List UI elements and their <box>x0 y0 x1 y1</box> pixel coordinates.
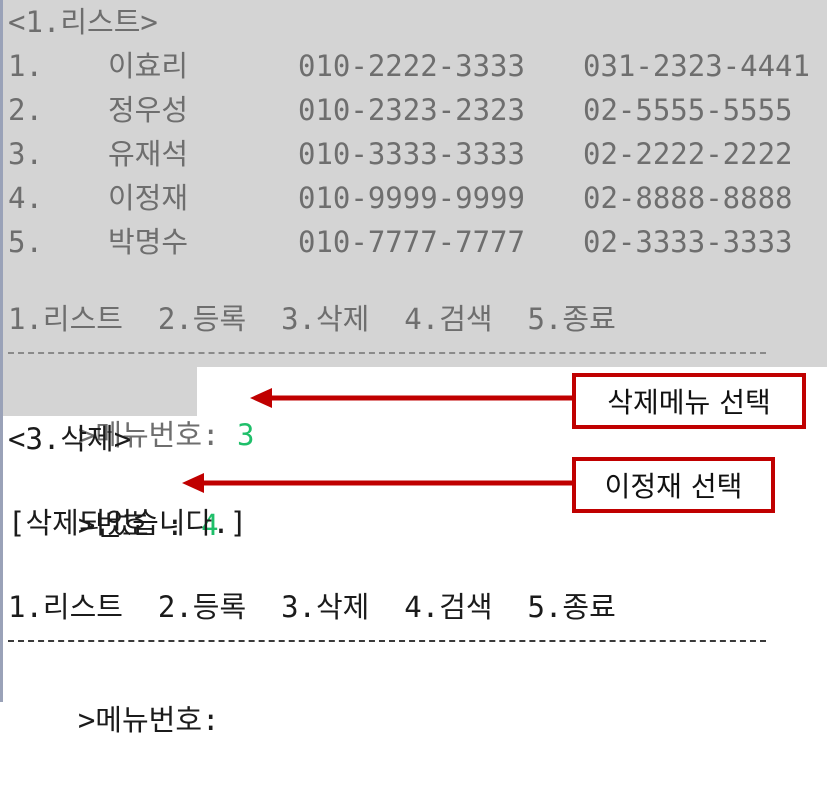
arrow-to-number-input <box>182 473 572 493</box>
menu-prompt-label: >메뉴번호: <box>77 703 220 737</box>
console-window: <1.리스트> 1. 이효리 010-2222-3333 031-2323-44… <box>0 0 827 737</box>
arrow-to-menu-input <box>250 388 572 408</box>
callout-delete-menu: 삭제메뉴 선택 <box>572 373 806 429</box>
callout-select-person: 이정재 선택 <box>572 457 775 513</box>
annotation-arrows <box>182 388 572 493</box>
